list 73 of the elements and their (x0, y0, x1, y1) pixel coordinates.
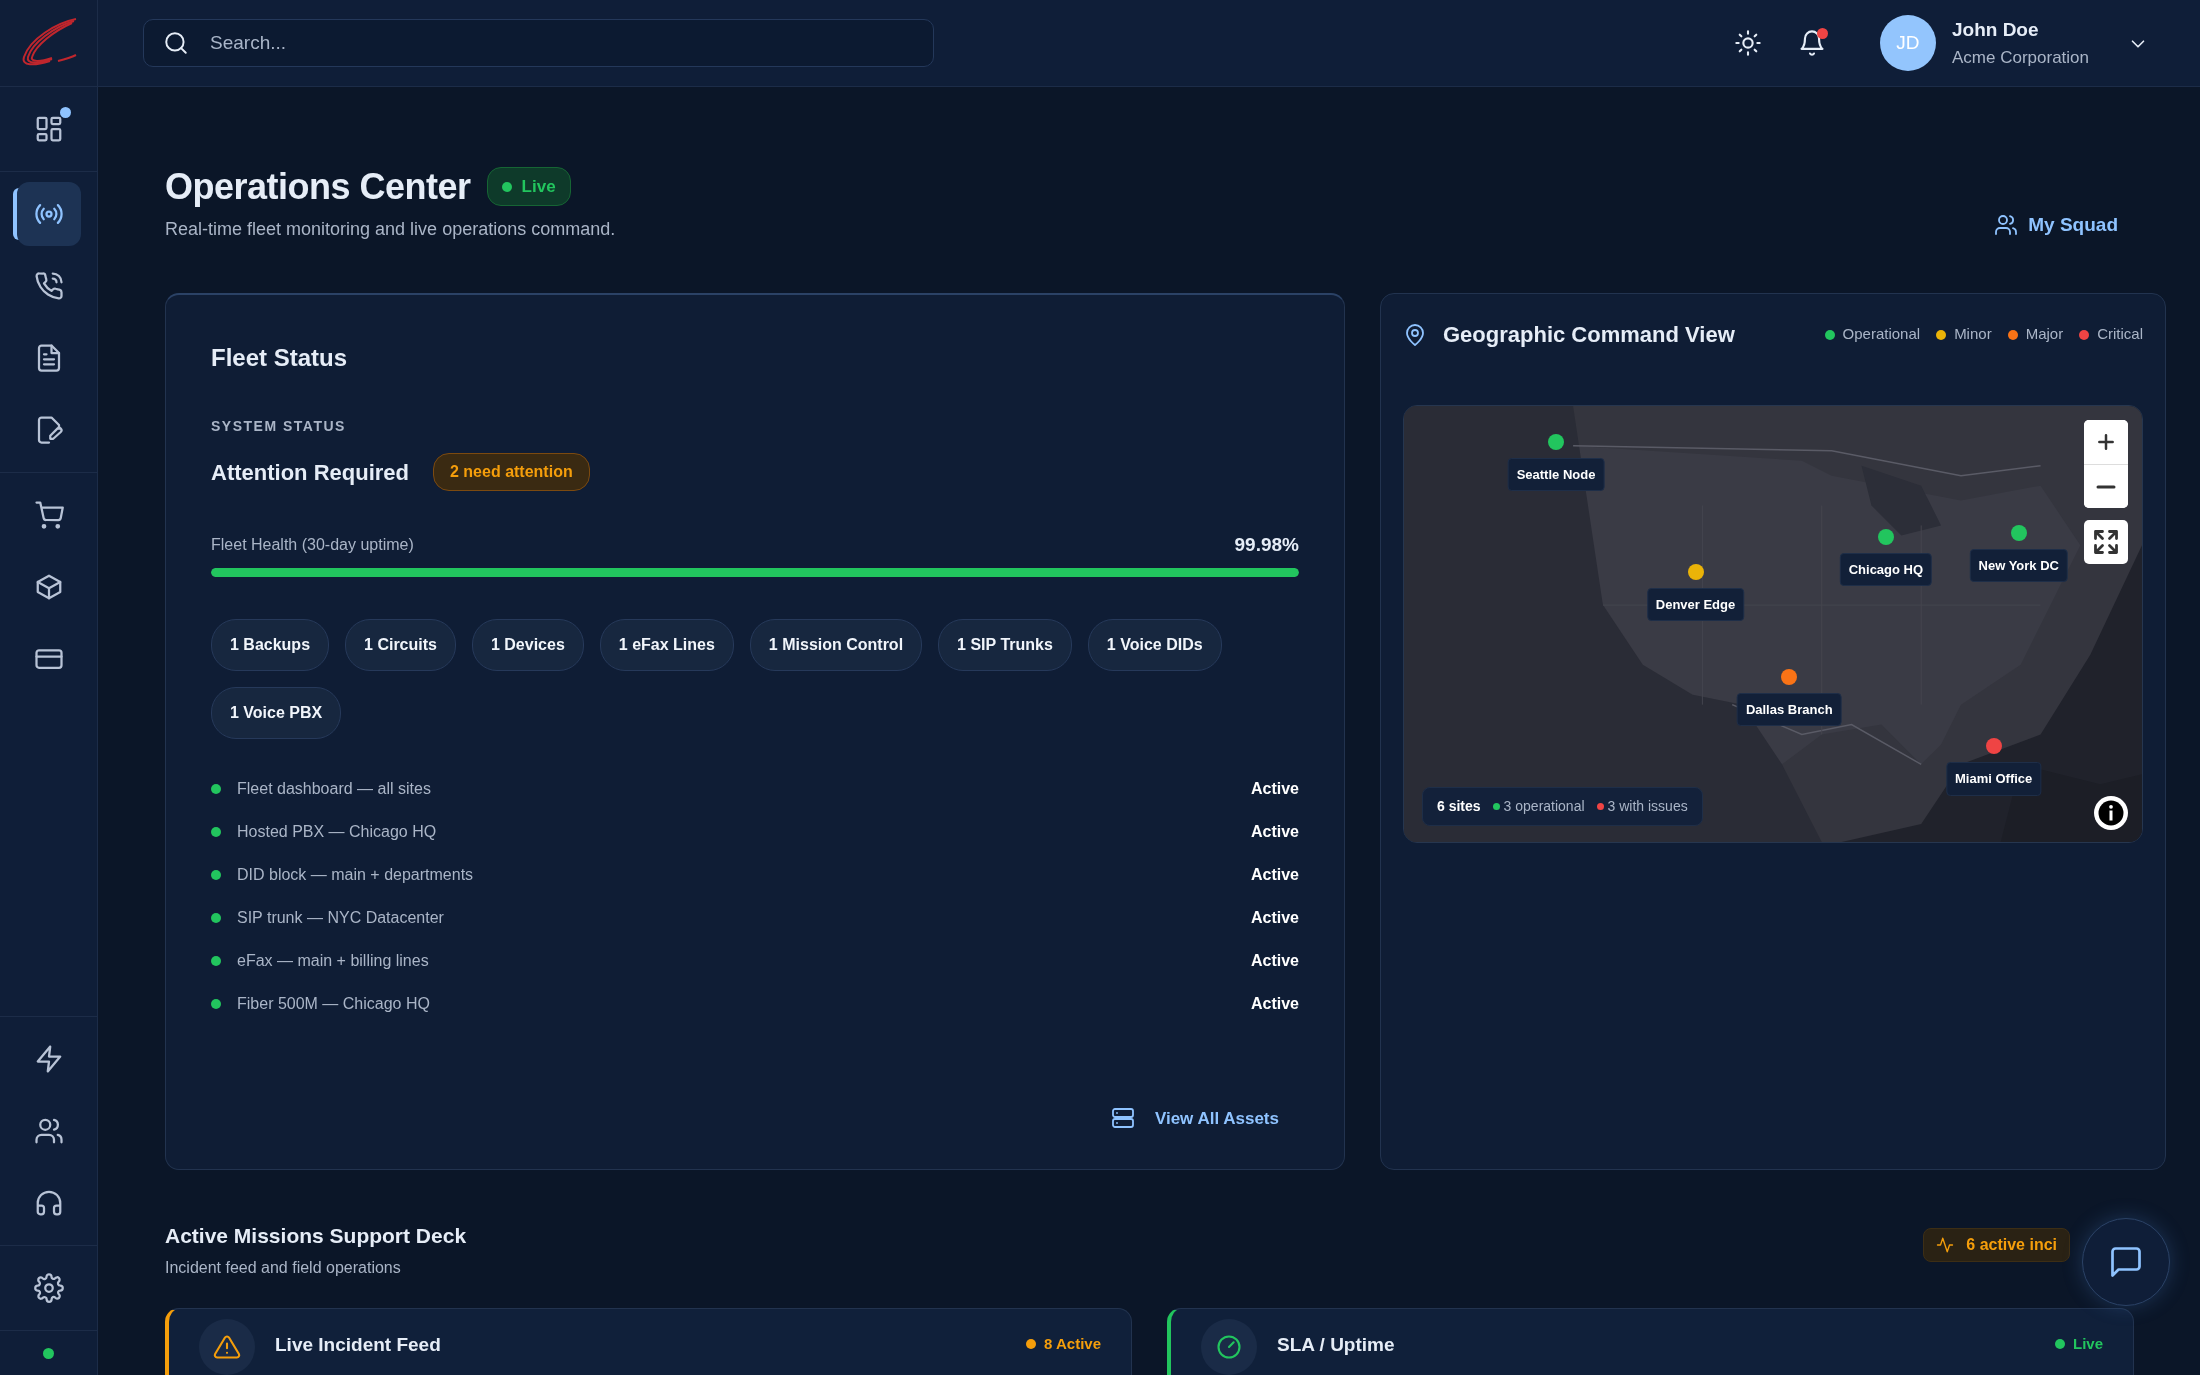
sun-icon (1734, 29, 1762, 57)
attention-badge: 2 need attention (433, 453, 590, 492)
users-icon (33, 1116, 64, 1146)
service-status: Active (1250, 864, 1299, 885)
service-status: Active (1250, 907, 1299, 928)
service-status: Active (1250, 993, 1299, 1014)
card-status: 8 Active (1026, 1318, 1101, 1356)
service-status: Active (1250, 778, 1299, 799)
view-all-assets-link[interactable]: View All Assets (1110, 1105, 1279, 1132)
summary-label: 3 with issues (1607, 797, 1688, 817)
expand-icon (2092, 528, 2120, 557)
sidebar-item[interactable] (16, 182, 81, 246)
marker-label: Dallas Branch (1736, 692, 1842, 726)
service-status: Active (1250, 821, 1299, 842)
phone-icon (33, 271, 64, 301)
legend-label: Operational (1842, 324, 1921, 345)
bell-icon (1798, 29, 1826, 57)
company-name: Acme Corporation (1952, 46, 2089, 69)
activity-icon (1936, 1236, 1955, 1255)
user-name: John Doe (1952, 18, 2040, 42)
service-name: eFax — main + billing lines (237, 950, 430, 971)
live-badge: Live (486, 166, 571, 207)
health-label: Fleet Health (30-day uptime) (211, 535, 414, 556)
marker-label: New York DC (1969, 548, 2068, 583)
site-count: 6 sites (1437, 797, 1481, 817)
asset-chip[interactable]: 1 SIP Trunks (938, 618, 1072, 671)
card-title: Live Incident Feed (275, 1332, 442, 1357)
asset-chip[interactable]: 1 eFax Lines (599, 618, 734, 671)
page-subtitle: Real-time fleet monitoring and live operations command. (165, 218, 616, 242)
asset-chip[interactable]: 1 Voice PBX (211, 686, 342, 739)
asset-chip[interactable]: 1 Mission Control (749, 618, 923, 671)
service-name: Fleet dashboard — all sites (237, 778, 432, 799)
health-value: 99.98% (1234, 533, 1299, 558)
card-title: Geographic Command View (1443, 321, 1735, 350)
legend-label: Minor (1954, 324, 1992, 345)
cart-icon (33, 500, 64, 530)
marker-label: Seattle Node (1507, 457, 1605, 492)
service-name: Fiber 500M — Chicago HQ (237, 993, 431, 1014)
card-title: SLA / Uptime (1277, 1332, 1396, 1357)
plus-icon (2096, 432, 2116, 453)
service-status: Active (1250, 950, 1299, 971)
service-name: DID block — main + departments (237, 864, 475, 885)
squad-link[interactable]: My Squad (1994, 210, 2118, 240)
users-icon (1994, 212, 2019, 237)
map[interactable]: Seattle Node Denver Edge Chicago HQ New York DC Dallas Branch Miami Office 6 sites 3 operational 3 with issues (1403, 405, 2143, 844)
gauge-icon (1215, 1332, 1243, 1361)
summary-label: 3 operational (1503, 797, 1585, 817)
card-status: Live (2055, 1318, 2103, 1356)
asset-chip[interactable]: 1 Voice DIDs (1087, 618, 1222, 671)
map-pin-icon (1403, 322, 1427, 347)
section-title: Active Missions Support Deck (165, 1223, 467, 1250)
asset-chip[interactable]: 1 Backups (211, 618, 330, 671)
marker-label: Chicago HQ (1839, 553, 1933, 587)
marker-label: Denver Edge (1646, 587, 1745, 622)
asset-chip[interactable]: 1 Circuits (345, 618, 456, 671)
section-label: SYSTEM STATUS (211, 417, 347, 437)
search-icon (163, 30, 189, 56)
minus-icon (2096, 484, 2116, 489)
page-title: Operations Center (165, 165, 471, 209)
search-field[interactable]: Search... (143, 19, 934, 67)
incident-count-badge: 6 active inci (1923, 1228, 2070, 1263)
section-subtitle: Incident feed and field operations (165, 1257, 402, 1278)
legend-label: Critical (2097, 324, 2143, 345)
service-name: Hosted PBX — Chicago HQ (237, 821, 438, 842)
card-title: Fleet Status (211, 343, 349, 374)
zoom-out-button[interactable] (2084, 464, 2128, 509)
service-name: SIP trunk — NYC Datacenter (237, 907, 445, 928)
settings-icon (33, 1273, 64, 1303)
legend-label: Major (2025, 324, 2064, 345)
server-icon (1110, 1106, 1135, 1131)
marker-label: Miami Office (1946, 762, 2042, 796)
asset-chip[interactable]: 1 Devices (471, 618, 584, 671)
status-heading: Attention Required (211, 458, 409, 487)
